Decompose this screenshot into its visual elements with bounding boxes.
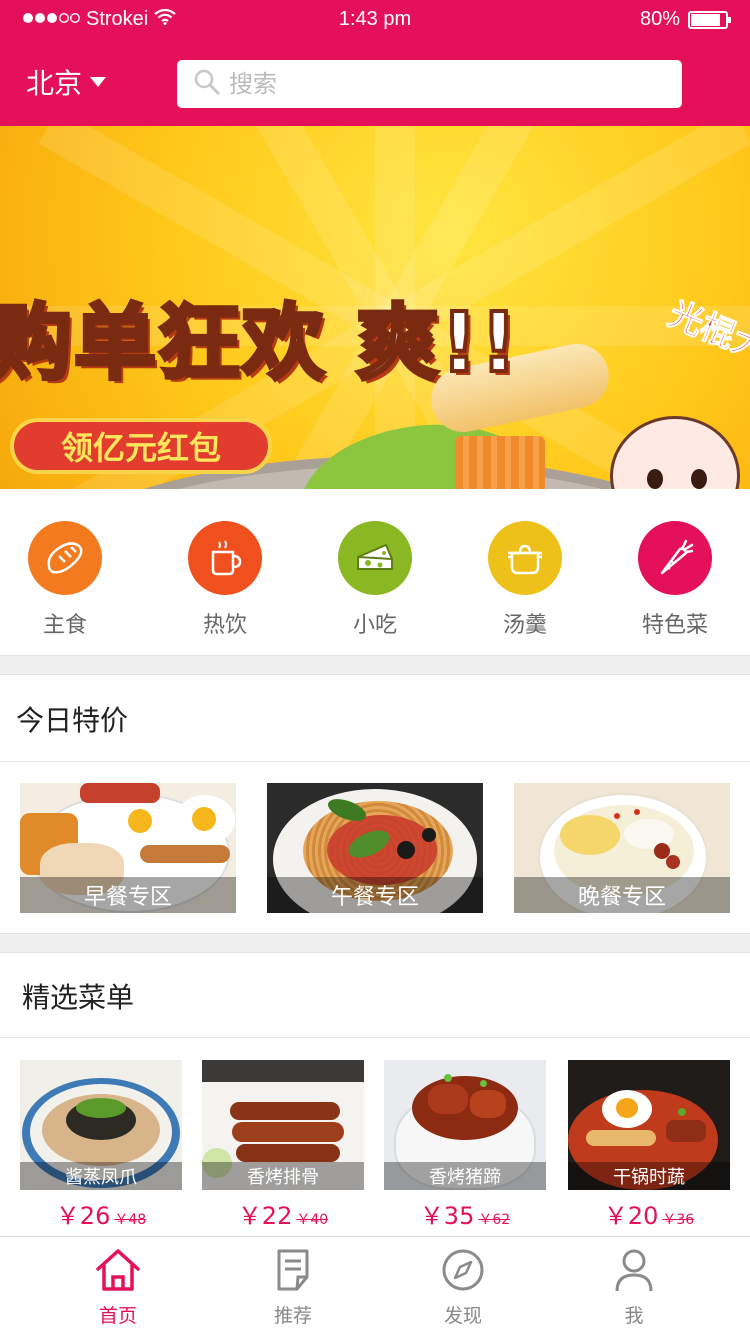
banner-corner-text: 光棍大 bbox=[662, 294, 750, 370]
dish-name: 香烤猪蹄 bbox=[384, 1162, 546, 1190]
deal-label: 午餐专区 bbox=[267, 877, 483, 913]
category-label: 主食 bbox=[42, 613, 87, 638]
deal-breakfast[interactable]: 早餐专区 bbox=[20, 783, 236, 913]
dish-card[interactable]: 香烤排骨 ￥22 ￥40 bbox=[202, 1060, 364, 1231]
deal-label: 早餐专区 bbox=[20, 877, 236, 913]
search-input[interactable] bbox=[229, 70, 629, 98]
deal-label: 晚餐专区 bbox=[514, 877, 730, 913]
cheese-icon bbox=[338, 521, 412, 595]
category-label: 特色菜 bbox=[641, 613, 708, 638]
section-divider bbox=[0, 933, 750, 953]
bread-icon bbox=[28, 521, 102, 595]
search-bar[interactable] bbox=[177, 60, 682, 108]
dish-card[interactable]: 香烤猪蹄 ￥35 ￥62 bbox=[384, 1060, 546, 1231]
today-special-title: 今日特价 bbox=[0, 676, 750, 762]
compass-icon bbox=[440, 1249, 486, 1297]
pot-icon bbox=[488, 521, 562, 595]
dish-old-price: ￥62 bbox=[478, 1212, 511, 1228]
battery-percent: 80% bbox=[639, 8, 680, 30]
dish-old-price: ￥40 bbox=[296, 1212, 329, 1228]
tab-me[interactable]: 我 bbox=[584, 1247, 684, 1328]
category-label: 小吃 bbox=[352, 613, 397, 638]
deal-lunch[interactable]: 午餐专区 bbox=[267, 783, 483, 913]
tab-label: 推荐 bbox=[273, 1305, 312, 1327]
dish-name: 干锅时蔬 bbox=[568, 1162, 730, 1190]
city-selector[interactable]: 北京 bbox=[26, 62, 107, 102]
caret-down-icon bbox=[90, 77, 107, 87]
category-label: 汤羹 bbox=[502, 613, 547, 638]
category-soup[interactable]: 汤羹 bbox=[470, 521, 580, 639]
city-label: 北京 bbox=[26, 67, 83, 100]
deal-dinner[interactable]: 晚餐专区 bbox=[514, 783, 730, 913]
battery-icon bbox=[688, 10, 731, 29]
dish-price: ￥26 bbox=[55, 1202, 111, 1230]
dish-price: ￥35 bbox=[419, 1202, 475, 1230]
top-header: 北京 bbox=[0, 40, 750, 126]
category-label: 热饮 bbox=[202, 613, 247, 638]
carrot-icon bbox=[638, 521, 712, 595]
category-specialty[interactable]: 特色菜 bbox=[620, 521, 730, 639]
bottom-tab-bar: 首页 推荐 发现 我 bbox=[0, 1236, 750, 1334]
dish-card[interactable]: 酱蒸凤爪 ￥26 ￥48 bbox=[20, 1060, 182, 1231]
banner-title: 购单狂欢 爽!! bbox=[0, 294, 520, 393]
dish-old-price: ￥48 bbox=[114, 1212, 147, 1228]
dish-name: 香烤排骨 bbox=[202, 1162, 364, 1190]
category-grid: 主食 热饮 小吃 汤羹 特色菜 bbox=[0, 489, 750, 655]
dish-old-price: ￥36 bbox=[662, 1212, 695, 1228]
battery-status: 80% bbox=[639, 8, 731, 31]
tab-home[interactable]: 首页 bbox=[68, 1247, 168, 1328]
coffee-cup-icon bbox=[188, 521, 262, 595]
tab-recommend[interactable]: 推荐 bbox=[243, 1247, 343, 1328]
promo-banner[interactable]: 购单狂欢 爽!! 领亿元红包 光棍大 bbox=[0, 126, 750, 489]
user-icon bbox=[612, 1249, 656, 1297]
tab-label: 我 bbox=[624, 1305, 644, 1327]
clock: 1:43 pm bbox=[338, 8, 412, 30]
dish-price: ￥22 bbox=[237, 1202, 293, 1230]
category-hot-drink[interactable]: 热饮 bbox=[170, 521, 280, 639]
banner-subtitle: 领亿元红包 bbox=[10, 418, 272, 474]
note-icon bbox=[271, 1249, 315, 1297]
section-divider bbox=[0, 655, 750, 675]
tab-label: 首页 bbox=[98, 1305, 137, 1327]
mascot-illustration bbox=[610, 416, 740, 489]
category-staple[interactable]: 主食 bbox=[10, 521, 120, 639]
dish-name: 酱蒸凤爪 bbox=[20, 1162, 182, 1190]
home-icon bbox=[94, 1249, 142, 1297]
category-snack[interactable]: 小吃 bbox=[320, 521, 430, 639]
search-icon bbox=[193, 68, 221, 100]
tab-discover[interactable]: 发现 bbox=[413, 1247, 513, 1328]
dish-card[interactable]: 干锅时蔬 ￥20 ￥36 bbox=[568, 1060, 730, 1231]
dish-price: ￥20 bbox=[603, 1202, 659, 1230]
featured-menu-title: 精选菜单 bbox=[0, 954, 750, 1038]
status-bar: Strokei 1:43 pm 80% bbox=[0, 0, 750, 40]
tab-label: 发现 bbox=[443, 1305, 482, 1327]
